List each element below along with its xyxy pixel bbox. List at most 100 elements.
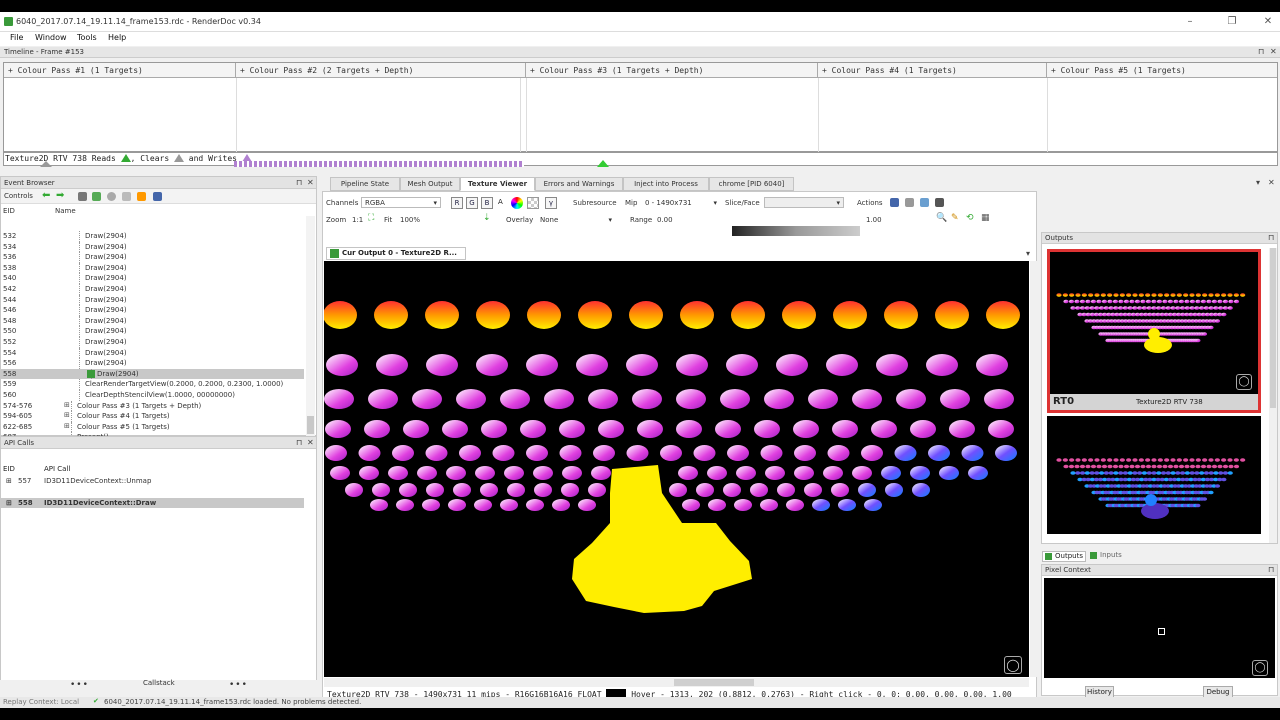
expander-icon[interactable]: ⊞ — [6, 477, 12, 485]
range-min[interactable]: 0.00 — [657, 216, 673, 224]
timeline-view[interactable]: + Colour Pass #1 (1 Targets) + Colour Pa… — [3, 62, 1278, 152]
menu-file[interactable]: File — [10, 33, 23, 42]
menu-help[interactable]: Help — [108, 33, 126, 42]
event-row[interactable]: 556 Draw(2904) — [1, 358, 304, 369]
timeline-pass-4[interactable]: + Colour Pass #4 (1 Targets) — [818, 63, 1047, 78]
tab-chrome-pid[interactable]: chrome [PID 6040] — [709, 177, 794, 191]
range-histogram-slider[interactable] — [732, 226, 860, 236]
timeline-pass-5[interactable]: + Colour Pass #5 (1 Targets) — [1047, 63, 1277, 78]
event-row[interactable]: 548 Draw(2904) — [1, 315, 304, 327]
tab-texture-viewer[interactable]: Texture Viewer — [460, 177, 535, 191]
fit-button[interactable]: Fit — [384, 216, 392, 224]
scrollbar-thumb[interactable] — [307, 416, 314, 434]
texture-viewport[interactable]: ◯ — [324, 261, 1029, 677]
event-row[interactable]: 559 ClearRenderTargetView(0.2000, 0.2000,… — [1, 379, 304, 390]
event-row[interactable]: 536 Draw(2904) — [1, 252, 304, 263]
save-icon[interactable] — [153, 192, 162, 201]
scrollbar-thumb[interactable] — [674, 679, 754, 686]
overlay-select[interactable]: None ▾ — [536, 214, 616, 225]
timeline-icon[interactable] — [122, 192, 131, 201]
close-icon[interactable]: ✕ — [307, 438, 314, 447]
eid-column-header[interactable]: EID — [3, 207, 15, 215]
restore-button[interactable]: ❐ — [1222, 15, 1242, 29]
forward-arrow-icon[interactable]: ➡ — [56, 190, 64, 201]
eid-column-header[interactable]: EID — [3, 465, 15, 473]
outputs-scrollbar[interactable] — [1269, 248, 1277, 543]
event-row[interactable]: 538 Draw(2904) — [1, 262, 304, 274]
close-icon[interactable]: ✕ — [1268, 178, 1275, 187]
chevron-down-icon[interactable]: ▾ — [1026, 249, 1030, 258]
channel-g-toggle[interactable]: G — [466, 197, 478, 209]
event-row[interactable]: 552 Draw(2904) — [1, 336, 304, 348]
range-max[interactable]: 1.00 — [866, 216, 882, 224]
event-row[interactable]: 546 Draw(2904) — [1, 305, 304, 316]
close-button[interactable]: ✕ — [1258, 15, 1278, 29]
zoom-range-icon[interactable]: 🔍 — [936, 213, 947, 223]
pin-icon[interactable]: ⊓ — [1258, 47, 1264, 56]
output-thumbnail-rt0[interactable]: ◯ RT0 Texture2D RTV 738 — [1047, 249, 1261, 413]
event-row[interactable]: 558 Draw(2904) — [1, 368, 304, 380]
event-row[interactable]: 594-605 ⊞ Colour Pass #4 (1 Targets) — [1, 411, 304, 422]
event-list-scrollbar[interactable] — [306, 216, 315, 436]
tab-menu-chevron-icon[interactable]: ▾ — [1256, 178, 1260, 187]
event-row[interactable]: 574-576 ⊞ Colour Pass #3 (1 Targets + Dept… — [1, 400, 304, 412]
histogram-icon[interactable]: ▦ — [981, 213, 990, 223]
auto-fit-icon[interactable]: ✎ — [951, 213, 959, 223]
event-row[interactable]: 622-685 ⊞ Colour Pass #5 (1 Targets) — [1, 421, 304, 433]
flip-icon[interactable]: ⇣ — [483, 213, 491, 223]
expander-icon[interactable]: ⊞ — [64, 401, 70, 409]
jump-icon[interactable] — [78, 192, 87, 201]
channel-a-toggle[interactable]: A — [498, 198, 503, 206]
splitter-handle-icon[interactable]: ••• — [229, 680, 248, 690]
event-row[interactable]: 534 Draw(2904) — [1, 241, 304, 253]
tab-outputs[interactable]: Outputs — [1042, 551, 1086, 562]
channels-select[interactable]: RGBA ▾ — [361, 197, 441, 208]
timeline-pass-3[interactable]: + Colour Pass #3 (1 Targets + Depth) — [526, 63, 818, 78]
event-row[interactable]: 542 Draw(2904) — [1, 283, 304, 295]
api-call-row[interactable]: ⊞ 557 ID3D11DeviceContext::Unmap — [1, 476, 304, 487]
expander-icon[interactable]: ⊞ — [64, 422, 70, 430]
viewport-hscrollbar[interactable] — [324, 678, 1029, 687]
refresh-icon[interactable]: ◯ — [1004, 656, 1022, 674]
cur-output-tab[interactable]: Cur Output 0 - Texture2D R... — [326, 247, 466, 260]
settings-icon[interactable] — [935, 198, 944, 207]
highlight-icon[interactable] — [137, 192, 146, 201]
minimize-button[interactable]: – — [1180, 15, 1200, 29]
timeline-pass-2[interactable]: + Colour Pass #2 (2 Targets + Depth) — [236, 63, 526, 78]
color-picker-icon[interactable] — [511, 197, 523, 209]
export-icon[interactable] — [905, 198, 914, 207]
timeline-pass-1[interactable]: + Colour Pass #1 (1 Targets) — [4, 63, 236, 78]
output-thumbnail-depth[interactable] — [1047, 416, 1261, 534]
bookmark-icon[interactable] — [92, 192, 101, 201]
pin-icon[interactable]: ⊓ — [296, 438, 302, 447]
close-icon[interactable]: ✕ — [1270, 47, 1277, 56]
expander-icon[interactable]: ⊞ — [6, 499, 12, 507]
event-row[interactable]: 554 Draw(2904) — [1, 347, 304, 359]
api-call-column-header[interactable]: API Call — [44, 465, 70, 473]
menu-window[interactable]: Window — [35, 33, 67, 42]
refresh-icon[interactable]: ◯ — [1252, 660, 1268, 676]
fit-icon[interactable]: ⛶ — [368, 213, 374, 223]
close-icon[interactable]: ✕ — [307, 178, 314, 187]
slice-face-select[interactable]: ▾ — [764, 197, 844, 208]
checkerboard-icon[interactable] — [527, 197, 539, 209]
zoom-select[interactable]: 100% — [396, 214, 481, 225]
event-row[interactable]: 540 Draw(2904) — [1, 273, 304, 284]
back-arrow-icon[interactable]: ⬅ — [42, 190, 50, 201]
tab-inputs[interactable]: Inputs — [1088, 551, 1126, 562]
gamma-toggle[interactable]: γ — [545, 197, 557, 209]
event-row[interactable]: 532 Draw(2904) — [1, 231, 304, 242]
event-row[interactable]: 560 ClearDepthStencilView(1.0000, 0000000… — [1, 389, 304, 401]
find-icon[interactable] — [107, 192, 116, 201]
channel-b-toggle[interactable]: B — [481, 197, 493, 209]
view-icon[interactable] — [920, 198, 929, 207]
tab-mesh-output[interactable]: Mesh Output — [400, 177, 460, 191]
event-row[interactable]: 544 Draw(2904) — [1, 294, 304, 306]
splitter-handle-icon[interactable]: ••• — [70, 680, 89, 690]
tab-errors-and-warnings[interactable]: Errors and Warnings — [535, 177, 623, 191]
refresh-icon[interactable]: ◯ — [1236, 374, 1252, 390]
save-texture-icon[interactable] — [890, 198, 899, 207]
tab-pipeline-state[interactable]: Pipeline State — [330, 177, 400, 191]
resource-usage-bar[interactable]: Texture2D RTV 738 Reads , Clears and Wri… — [3, 152, 1278, 167]
reset-range-icon[interactable]: ⟲ — [966, 213, 974, 223]
